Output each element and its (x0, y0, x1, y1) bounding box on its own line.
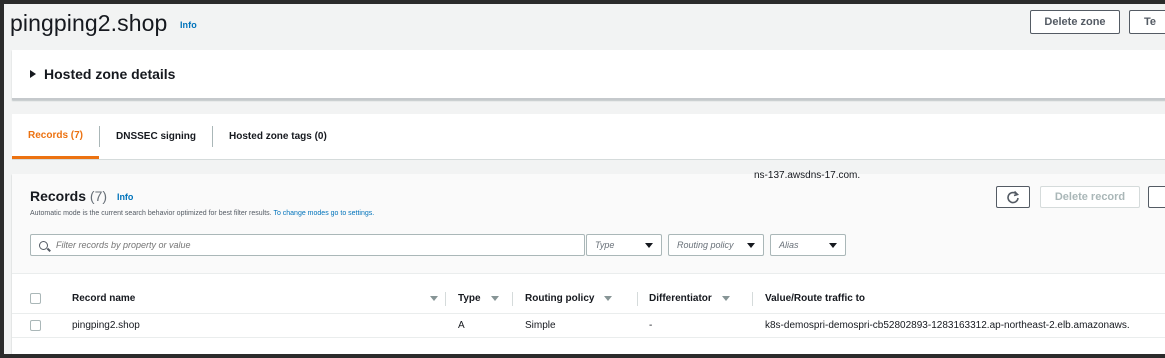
routing-filter-label: Routing policy (677, 240, 734, 250)
col-record-name-label: Record name (72, 293, 136, 304)
records-count: (7) (89, 188, 108, 204)
routing-policy-cell: Simple (525, 320, 556, 331)
sort-icon (490, 296, 499, 301)
chevron-down-icon (645, 242, 653, 248)
tab-bar: Records (7) DNSSEC signing Hosted zone t… (12, 114, 1165, 160)
col-routing-policy[interactable]: Routing policy (525, 284, 613, 313)
records-title: Records (7) Info (30, 188, 133, 204)
col-type-label: Type (458, 293, 481, 304)
search-mode-description: Automatic mode is the current search beh… (30, 210, 374, 217)
column-divider (512, 292, 513, 306)
delete-record-button[interactable]: Delete record (1040, 186, 1140, 208)
sort-icon (604, 296, 613, 301)
search-icon (39, 240, 48, 250)
refresh-icon (1007, 190, 1020, 204)
chevron-down-icon (747, 242, 755, 248)
hosted-zone-details-panel[interactable]: Hosted zone details (12, 50, 1165, 100)
col-value-label: Value/Route traffic to (765, 293, 866, 304)
sort-icon[interactable] (430, 296, 438, 301)
chevron-down-icon (829, 242, 837, 248)
type-cell: A (458, 320, 465, 331)
create-record-button[interactable] (1148, 186, 1165, 208)
delete-zone-button[interactable]: Delete zone (1030, 10, 1120, 34)
next-row-value: ns-137.awsdns-17.com. (754, 170, 861, 181)
type-filter-label: Type (595, 240, 615, 250)
filter-records-search[interactable] (30, 234, 585, 256)
records-header: Records (7) Info Automatic mode is the c… (12, 174, 1165, 274)
records-title-text: Records (30, 188, 87, 204)
col-record-name[interactable]: Record name (72, 284, 432, 313)
record-name-cell: pingping2.shop (72, 320, 140, 331)
refresh-button[interactable] (996, 186, 1030, 208)
routing-policy-filter-select[interactable]: Routing policy (668, 234, 764, 256)
alias-filter-label: Alias (779, 240, 799, 250)
differentiator-cell: - (649, 320, 653, 331)
col-value[interactable]: Value/Route traffic to (765, 284, 865, 313)
records-panel: Records (7) Info Automatic mode is the c… (12, 174, 1165, 354)
hosted-zone-page: pingping2.shop Info Delete zone Te Hoste… (4, 4, 1165, 354)
column-divider (752, 292, 753, 306)
col-routing-policy-label: Routing policy (525, 293, 595, 304)
value-cell: k8s-demospri-demospri-cb52802893-1283163… (765, 320, 1130, 331)
zone-name: pingping2.shop (10, 10, 168, 36)
table-header: Record name Type Routing policy Differen… (12, 284, 1165, 314)
settings-link[interactable]: To change modes go to settings. (273, 210, 374, 217)
select-all-checkbox[interactable] (30, 293, 41, 304)
search-input[interactable] (56, 240, 556, 250)
tab-dnssec-signing[interactable]: DNSSEC signing (100, 114, 212, 159)
alias-filter-select[interactable]: Alias (770, 234, 846, 256)
column-divider (445, 292, 446, 306)
table-row[interactable]: pingping2.shop A Simple - k8s-demospri-d… (12, 314, 1165, 338)
tab-records[interactable]: Records (7) (12, 114, 100, 159)
column-divider (637, 292, 638, 306)
description-text: Automatic mode is the current search beh… (30, 210, 272, 217)
tab-hosted-zone-tags[interactable]: Hosted zone tags (0) (213, 114, 343, 159)
type-filter-select[interactable]: Type (586, 234, 662, 256)
expand-caret-icon[interactable] (30, 70, 36, 78)
zone-info-link[interactable]: Info (180, 20, 197, 30)
col-differentiator[interactable]: Differentiator (649, 284, 730, 313)
row-checkbox[interactable] (30, 320, 41, 331)
col-differentiator-label: Differentiator (649, 293, 712, 304)
page-title: pingping2.shop Info (10, 10, 197, 37)
records-info-link[interactable]: Info (117, 192, 134, 202)
test-record-button[interactable]: Te (1129, 10, 1165, 34)
details-title: Hosted zone details (44, 66, 176, 82)
col-type[interactable]: Type (458, 284, 499, 313)
sort-icon (721, 296, 730, 301)
